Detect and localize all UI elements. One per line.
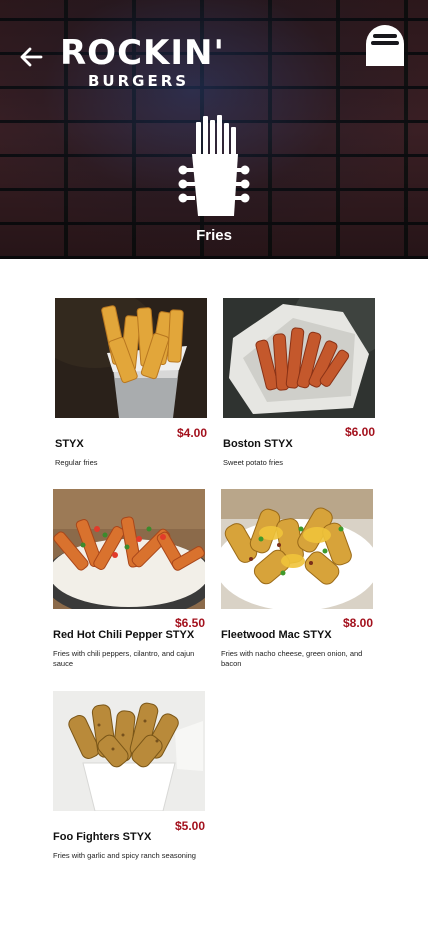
item-description: Fries with garlic and spicy ranch season… [53, 851, 196, 860]
item-price: $6.00 [344, 425, 375, 439]
item-price: $5.00 [174, 819, 205, 833]
menu-item-boston-styx[interactable]: $6.00 Boston STYX Sweet potato fries [223, 298, 377, 478]
logo-title: ROCKIN' [60, 33, 225, 73]
menu-item-fleetwood-mac-styx[interactable]: $8.00 Fleetwood Mac STYX Fries with nach… [221, 489, 375, 679]
item-price: $8.00 [342, 616, 373, 630]
item-photo [55, 298, 207, 418]
item-name: Boston STYX [223, 438, 293, 450]
arrow-left-icon[interactable] [18, 44, 44, 70]
item-description: Fries with nacho cheese, green onion, an… [221, 649, 363, 668]
item-photo [223, 298, 375, 418]
item-description: Fries with chili peppers, cilantro, and … [53, 649, 195, 668]
item-price: $6.50 [174, 616, 205, 630]
menu-item-red-hot-chili-pepper-styx[interactable]: $6.50 Red Hot Chili Pepper STYX Fries wi… [53, 489, 207, 679]
logo-subtitle: BURGERS [88, 72, 190, 90]
category-title: Fries [196, 227, 232, 244]
item-photo [53, 489, 205, 609]
item-description: Regular fries [55, 458, 98, 467]
item-photo [221, 489, 373, 609]
item-name: Fleetwood Mac STYX [221, 629, 332, 641]
item-name: Red Hot Chili Pepper STYX [53, 629, 195, 641]
item-name: Foo Fighters STYX [53, 831, 152, 843]
shopping-bag-icon[interactable] [364, 22, 406, 68]
item-name: STYX [55, 438, 84, 450]
menu-item-foo-fighters-styx[interactable]: $5.00 Foo Fighters STYX Fries with garli… [53, 691, 207, 881]
menu-item-styx[interactable]: $4.00 STYX Regular fries [55, 298, 209, 478]
item-price: $4.00 [176, 426, 207, 440]
item-description: Sweet potato fries [223, 458, 284, 467]
guitar-fries-icon [178, 115, 250, 216]
header-banner: ROCKIN' BURGERS Fries [0, 0, 428, 259]
item-photo [53, 691, 205, 811]
